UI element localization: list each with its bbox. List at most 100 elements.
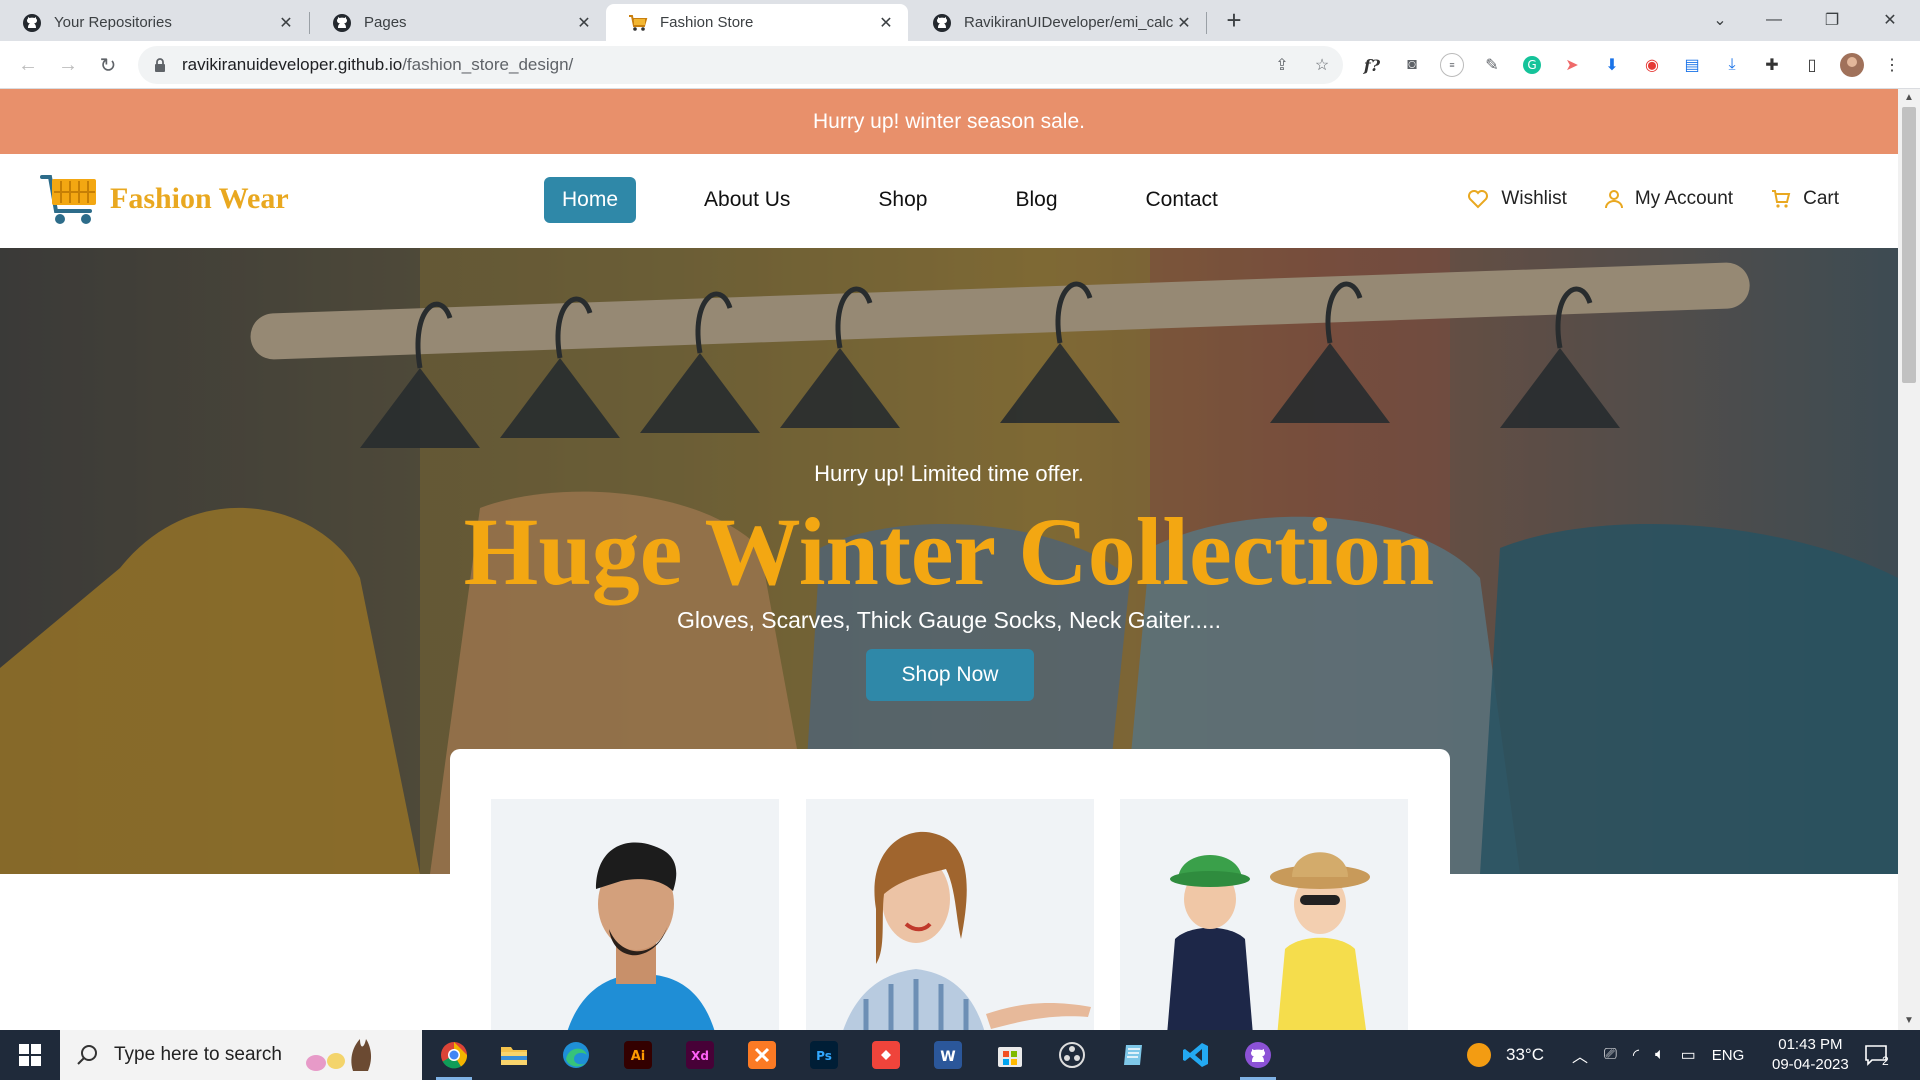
share-icon[interactable]: ⇪ [1270,53,1294,77]
nav-blog[interactable]: Blog [997,177,1075,223]
download-extension-icon[interactable]: ⬇ [1600,53,1624,77]
women-category-image [806,799,1094,1030]
new-tab-button[interactable]: + [1221,7,1247,34]
cart-label: Cart [1803,188,1839,209]
tab-label: RavikiranUIDeveloper/emi_calcul [964,14,1174,31]
nav-contact[interactable]: Contact [1128,177,1236,223]
nav-about-us[interactable]: About Us [686,177,808,223]
grammarly-icon[interactable]: G [1520,53,1544,77]
my-account-link[interactable]: My Account [1604,188,1734,210]
clock[interactable]: 01:43 PM 09-04-2023 [1772,1030,1849,1080]
close-icon[interactable]: ✕ [574,13,594,33]
battery-icon[interactable]: ▭ [1681,1045,1696,1065]
minimize-button[interactable]: — [1752,4,1796,36]
language-indicator[interactable]: ENG [1712,1047,1745,1064]
lock-icon [155,58,165,72]
notification-count: 2 [1882,1054,1889,1068]
men-category-tile[interactable] [491,799,779,1030]
tab-your-repositories[interactable]: Your Repositories ✕ [0,4,308,41]
tab-fashion-store[interactable]: Fashion Store ✕ [606,4,908,41]
chrome-taskbar-icon[interactable] [426,1030,482,1080]
store-taskbar-icon[interactable] [982,1030,1038,1080]
site-logo[interactable]: Fashion Wear [40,171,289,227]
tab-pages[interactable]: Pages ✕ [310,4,606,41]
taskbar-search[interactable]: Type here to search [60,1030,422,1080]
extension-icon[interactable]: ▤ [1680,53,1704,77]
nav-home[interactable]: Home [544,177,637,223]
network-icon[interactable]: ◜ [1633,1045,1639,1065]
close-icon[interactable]: ✕ [276,13,296,33]
page-scrollbar[interactable]: ▲ ▼ [1898,89,1920,1030]
tab-search-icon[interactable]: ⌄ [1698,4,1742,36]
github-icon [332,13,352,33]
camera-extension-icon[interactable]: ◙ [1400,53,1424,77]
anydesk-taskbar-icon[interactable] [858,1030,914,1080]
scroll-down-arrow[interactable]: ▼ [1903,1015,1915,1027]
hero-subtitle: Gloves, Scarves, Thick Gauge Socks, Neck… [676,607,1222,633]
shop-now-button[interactable]: Shop Now [866,649,1034,701]
profile-avatar[interactable] [1840,53,1864,77]
notepad-taskbar-icon[interactable] [1106,1030,1162,1080]
illustrator-taskbar-icon[interactable]: Ai [610,1030,666,1080]
account-label: My Account [1634,188,1734,209]
volume-icon[interactable]: 🔈︎ [1655,1046,1665,1064]
font-extension-icon[interactable]: f? [1360,53,1384,77]
menu-icon[interactable]: ⋮ [1880,53,1904,77]
color-picker-icon[interactable]: ✎ [1480,53,1504,77]
kids-category-image [1120,799,1408,1030]
address-bar[interactable]: ravikiranuideveloper.github.io/fashion_s… [138,46,1343,84]
meet-now-icon[interactable]: ⎚ [1604,1046,1617,1064]
github-desktop-taskbar-icon[interactable] [1230,1030,1286,1080]
browser-toolbar: ← → ↻ ravikiranuideveloper.github.io/fas… [0,41,1920,89]
restore-button[interactable]: ❐ [1810,4,1854,36]
back-button[interactable]: ← [12,49,44,81]
nav-shop[interactable]: Shop [860,177,945,223]
side-panel-icon[interactable]: ▯ [1800,53,1824,77]
edge-taskbar-icon[interactable] [548,1030,604,1080]
adobe-xd-taskbar-icon[interactable]: Xd [672,1030,728,1080]
close-window-button[interactable]: ✕ [1868,4,1912,36]
extension-icon[interactable]: ≡ [1440,53,1464,77]
tab-emi-calculator[interactable]: RavikiranUIDeveloper/emi_calcul ✕ [910,4,1206,41]
file-explorer-taskbar-icon[interactable] [486,1030,542,1080]
cart-icon [1772,190,1791,208]
search-icon [77,1045,97,1065]
scroll-up-arrow[interactable]: ▲ [1903,92,1915,104]
clock-date: 09-04-2023 [1772,1056,1849,1073]
reload-button[interactable]: ↻ [92,49,124,81]
word-taskbar-icon[interactable]: W [920,1030,976,1080]
url-host: ravikiranuideveloper.github.io [182,55,403,74]
weather-temperature: 33°C [1506,1045,1544,1064]
windows-start-icon[interactable] [0,1030,60,1080]
sun-icon [1467,1043,1491,1067]
scrollbar-thumb[interactable] [1902,107,1916,383]
user-icon [1604,190,1623,209]
easter-eggs-icon [305,1039,371,1071]
show-hidden-icons-icon[interactable]: ︿ [1572,1043,1588,1067]
tab-divider [1206,12,1207,34]
screen-capture-icon[interactable]: ◉ [1640,53,1664,77]
forward-button[interactable]: → [52,49,84,81]
obs-taskbar-icon[interactable] [1044,1030,1100,1080]
hero-title: Huge Winter Collection [463,498,1435,605]
wishlist-label: Wishlist [1501,188,1567,209]
wishlist-link[interactable]: Wishlist [1467,188,1567,210]
kids-category-tile[interactable] [1120,799,1408,1030]
close-icon[interactable]: ✕ [876,13,896,33]
notification-center-icon[interactable]: 2 [1864,1030,1889,1080]
close-icon[interactable]: ✕ [1174,13,1194,33]
download-icon[interactable]: ⤓ [1720,53,1744,77]
women-category-tile[interactable] [806,799,1094,1030]
bookmark-star-icon[interactable]: ☆ [1310,53,1334,77]
extensions-puzzle-icon[interactable]: ✚ [1760,53,1784,77]
weather-widget[interactable]: 33°C [1466,1030,1544,1080]
extension-icon[interactable]: ➤ [1560,53,1584,77]
vscode-taskbar-icon[interactable] [1168,1030,1224,1080]
logo-text: Fashion Wear [110,182,289,215]
svg-text:Ps: Ps [816,1049,832,1063]
tab-label: Pages [364,14,407,31]
xampp-taskbar-icon[interactable] [734,1030,790,1080]
system-tray-icons: ︿ ⎚ ◜ 🔈︎ ▭ ENG [1572,1030,1744,1080]
cart-link[interactable]: Cart [1771,188,1839,210]
photoshop-taskbar-icon[interactable]: Ps [796,1030,852,1080]
